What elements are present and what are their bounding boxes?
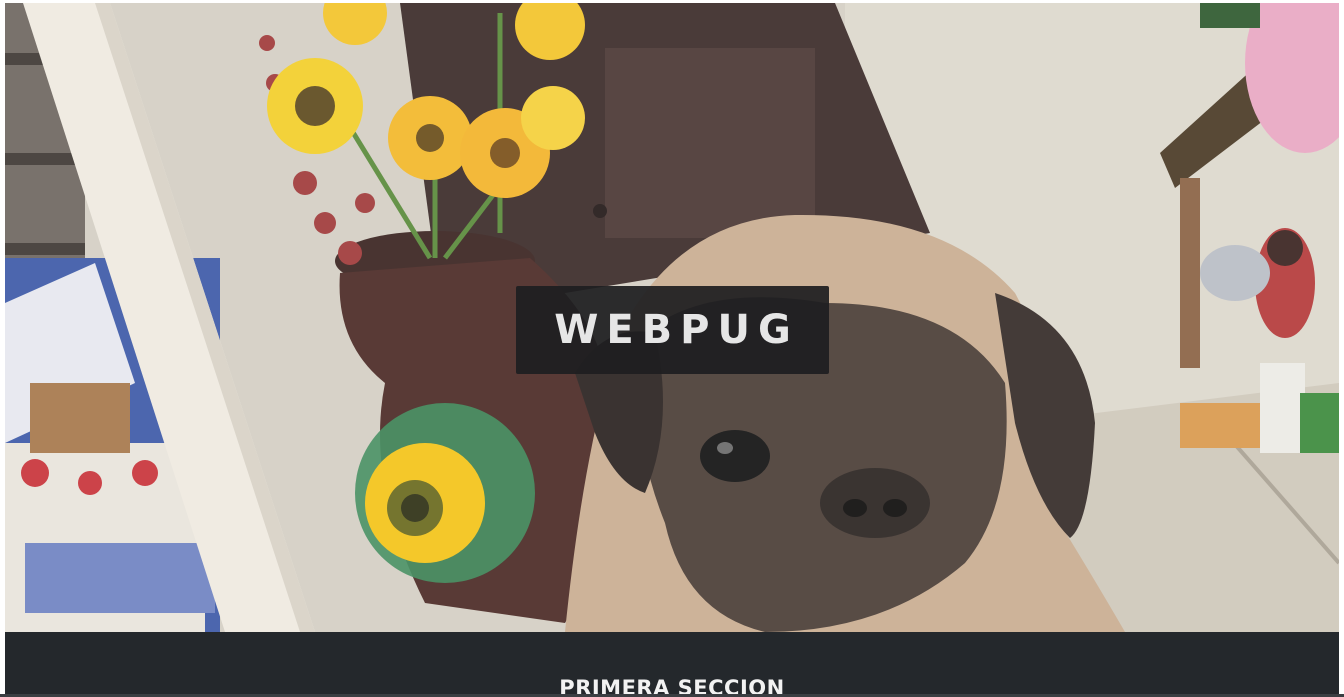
first-section: PRIMERA SECCION bbox=[5, 632, 1339, 697]
page-frame: WEBPUG PRIMERA SECCION bbox=[5, 3, 1339, 697]
brand-title: WEBPUG bbox=[554, 307, 799, 353]
brand-title-box: WEBPUG bbox=[516, 286, 829, 374]
hero-banner: WEBPUG bbox=[5, 3, 1339, 632]
